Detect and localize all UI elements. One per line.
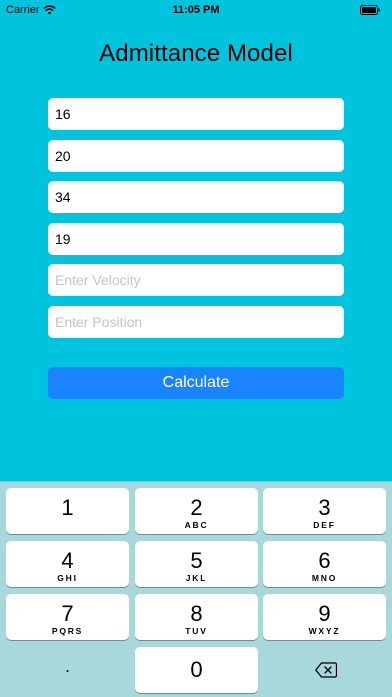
key-digit: 2	[190, 495, 203, 520]
key-4[interactable]: 4 GHI	[6, 541, 129, 587]
key-letters: PQRS	[51, 626, 84, 636]
velocity-input[interactable]	[48, 264, 344, 297]
key-2[interactable]: 2 ABC	[135, 488, 258, 534]
key-letters: MNO	[311, 573, 338, 583]
key-5[interactable]: 5 JKL	[135, 541, 258, 587]
input-field-4[interactable]	[48, 222, 344, 255]
key-8[interactable]: 8 TUV	[135, 594, 258, 640]
input-field-1[interactable]	[48, 98, 344, 130]
key-digit: 6	[318, 548, 331, 573]
key-digit: 7	[61, 601, 74, 626]
key-digit: 4	[61, 548, 74, 573]
key-letters: DEF	[313, 520, 336, 530]
numeric-keypad: 1 2 ABC 3 DEF 4 GHI 5 JKL 6 MNO 7 PQRS 8…	[0, 481, 392, 697]
key-letters: GHI	[57, 573, 78, 583]
backspace-icon	[315, 662, 337, 678]
key-0[interactable]: 0	[135, 647, 258, 693]
battery-icon	[360, 5, 380, 15]
key-digit: 8	[190, 601, 203, 626]
key-letters: TUV	[185, 626, 208, 636]
key-digit: 0	[190, 657, 203, 682]
position-input[interactable]	[48, 305, 344, 338]
key-7[interactable]: 7 PQRS	[6, 594, 129, 640]
status-bar: Carrier 11:05 PM	[0, 0, 392, 22]
calculate-button[interactable]: Calculate	[48, 367, 344, 399]
delete-key[interactable]	[263, 647, 386, 693]
input-field-2[interactable]	[48, 139, 344, 172]
key-letters: JKL	[185, 573, 208, 583]
key-digit: 1	[61, 495, 74, 520]
key-letters: ABC	[184, 520, 209, 530]
key-letters: WXYZ	[308, 626, 341, 636]
key-1[interactable]: 1	[6, 488, 129, 534]
key-digit: 5	[190, 548, 203, 573]
input-form	[48, 98, 344, 348]
status-time: 11:05 PM	[172, 4, 220, 16]
input-field-3[interactable]	[48, 181, 344, 214]
key-decimal[interactable]: .	[6, 647, 129, 693]
key-digit: 3	[318, 495, 331, 520]
key-digit: 9	[318, 601, 331, 626]
page-title: Admittance Model	[99, 40, 293, 67]
key-6[interactable]: 6 MNO	[263, 541, 386, 587]
key-9[interactable]: 9 WXYZ	[263, 594, 386, 640]
key-digit: .	[64, 656, 70, 676]
key-3[interactable]: 3 DEF	[263, 488, 386, 534]
